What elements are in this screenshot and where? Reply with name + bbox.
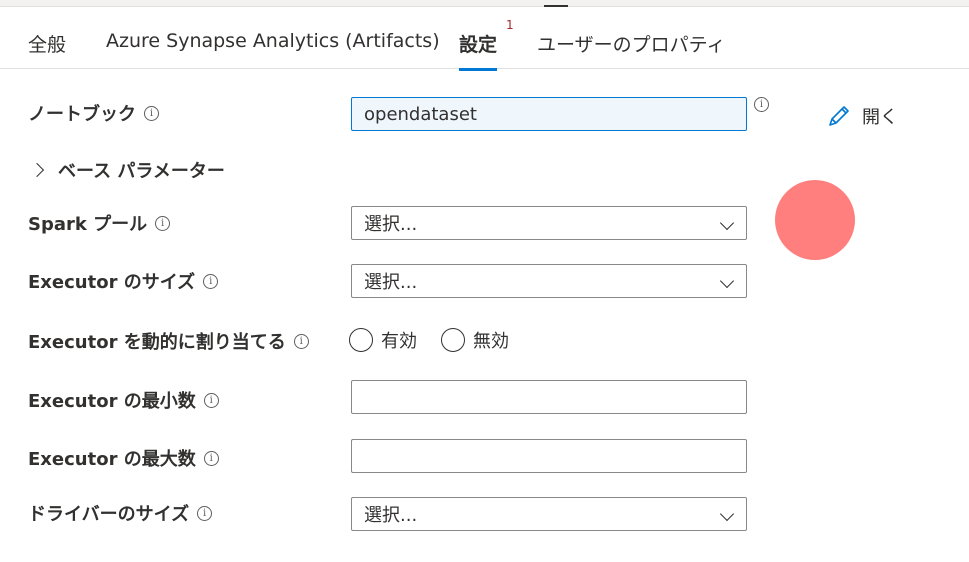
spark-pool-label-text: Spark プール bbox=[28, 214, 148, 235]
executor-size-label: Executor のサイズ i bbox=[28, 268, 219, 294]
executor-min-label: Executor の最小数 i bbox=[28, 387, 219, 413]
radio-enabled[interactable]: 有効 bbox=[349, 327, 417, 353]
executor-max-label-text: Executor の最大数 bbox=[28, 449, 196, 470]
notebook-input-value: opendataset bbox=[364, 103, 477, 125]
spark-pool-label: Spark プール i bbox=[28, 210, 171, 236]
notebook-input[interactable]: opendataset bbox=[351, 97, 747, 131]
base-parameters-label: ベース パラメーター bbox=[58, 161, 225, 182]
driver-size-select[interactable]: 選択... bbox=[351, 497, 747, 531]
tab-settings[interactable]: 設定 bbox=[459, 30, 498, 71]
dynamic-allocation-label: Executor を動的に割り当てる i bbox=[28, 328, 309, 354]
radio-circle bbox=[349, 328, 373, 352]
driver-size-label-text: ドライバーのサイズ bbox=[28, 504, 190, 525]
pencil-icon bbox=[829, 106, 849, 126]
driver-size-select-value: 選択... bbox=[364, 505, 418, 526]
radio-disabled-label: 無効 bbox=[473, 331, 509, 352]
info-icon[interactable]: i bbox=[293, 333, 309, 349]
notebook-label-text: ノートブック bbox=[28, 104, 136, 125]
cursor-highlight bbox=[775, 180, 855, 260]
open-notebook-button[interactable]: 開く bbox=[826, 103, 898, 129]
tab-general[interactable]: 全般 bbox=[28, 30, 66, 57]
executor-max-input[interactable] bbox=[351, 439, 747, 473]
radio-disabled[interactable]: 無効 bbox=[441, 327, 509, 353]
base-parameters-expander[interactable]: ベース パラメーター bbox=[29, 157, 225, 183]
chevron-down-icon bbox=[719, 506, 735, 522]
chevron-down-icon bbox=[719, 215, 735, 231]
top-marker bbox=[544, 5, 568, 7]
dynamic-allocation-label-text: Executor を動的に割り当てる bbox=[28, 332, 286, 353]
info-icon[interactable]: i bbox=[203, 392, 219, 408]
notebook-label: ノートブック i bbox=[28, 100, 159, 126]
radio-circle bbox=[441, 328, 465, 352]
top-strip bbox=[0, 0, 969, 7]
radio-enabled-label: 有効 bbox=[381, 331, 417, 352]
spark-pool-select-value: 選択... bbox=[364, 214, 418, 235]
executor-size-select[interactable]: 選択... bbox=[351, 264, 747, 298]
tab-settings-badge: 1 bbox=[506, 18, 514, 32]
driver-size-label: ドライバーのサイズ i bbox=[28, 500, 213, 526]
executor-size-select-value: 選択... bbox=[364, 272, 418, 293]
open-label: 開く bbox=[862, 107, 898, 128]
tab-user-properties[interactable]: ユーザーのプロパティ bbox=[537, 30, 725, 57]
executor-min-label-text: Executor の最小数 bbox=[28, 391, 196, 412]
spark-pool-select[interactable]: 選択... bbox=[351, 206, 747, 240]
executor-min-input[interactable] bbox=[351, 380, 747, 414]
tab-azure-synapse-artifacts[interactable]: Azure Synapse Analytics (Artifacts) bbox=[106, 30, 440, 52]
info-icon[interactable]: i bbox=[203, 273, 219, 289]
executor-size-label-text: Executor のサイズ bbox=[28, 272, 196, 293]
info-icon[interactable]: i bbox=[203, 450, 219, 466]
tab-bar: 全般 Azure Synapse Analytics (Artifacts) 設… bbox=[0, 18, 969, 71]
chevron-down-icon bbox=[719, 273, 735, 289]
info-icon[interactable]: i bbox=[144, 105, 159, 121]
info-icon[interactable]: i bbox=[197, 505, 213, 521]
info-icon[interactable]: i bbox=[754, 97, 769, 112]
chevron-right-icon bbox=[29, 162, 45, 178]
info-icon[interactable]: i bbox=[155, 215, 171, 231]
executor-max-label: Executor の最大数 i bbox=[28, 445, 219, 471]
